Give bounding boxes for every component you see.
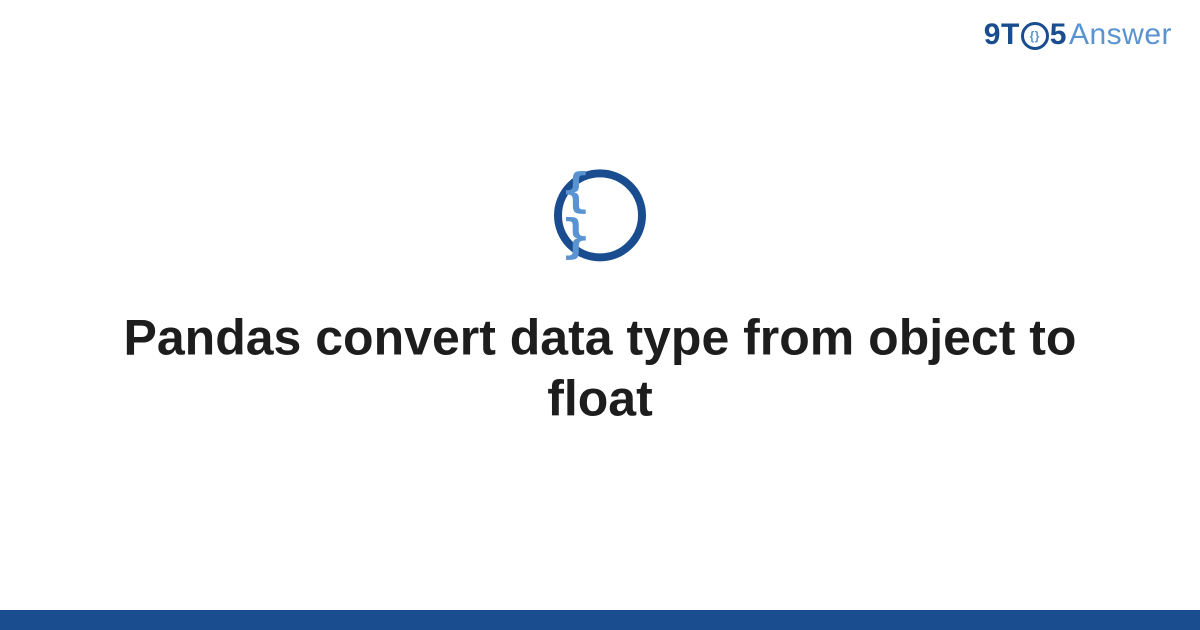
brand-t: T (1001, 18, 1020, 52)
braces-glyph: { } (562, 167, 638, 259)
brand-five: 5 (1050, 18, 1067, 52)
brand-nine: 9 (984, 18, 1001, 52)
brand-answer: Answer (1069, 18, 1172, 52)
main-content: { } Pandas convert data type from object… (0, 169, 1200, 429)
footer-bar (0, 610, 1200, 630)
brand-o-icon: {} (1021, 22, 1049, 50)
brand-logo: 9 T {} 5 Answer (984, 18, 1172, 52)
code-braces-icon: { } (554, 169, 646, 261)
page-title: Pandas convert data type from object to … (110, 307, 1090, 429)
brand-o-inner: {} (1030, 29, 1040, 43)
